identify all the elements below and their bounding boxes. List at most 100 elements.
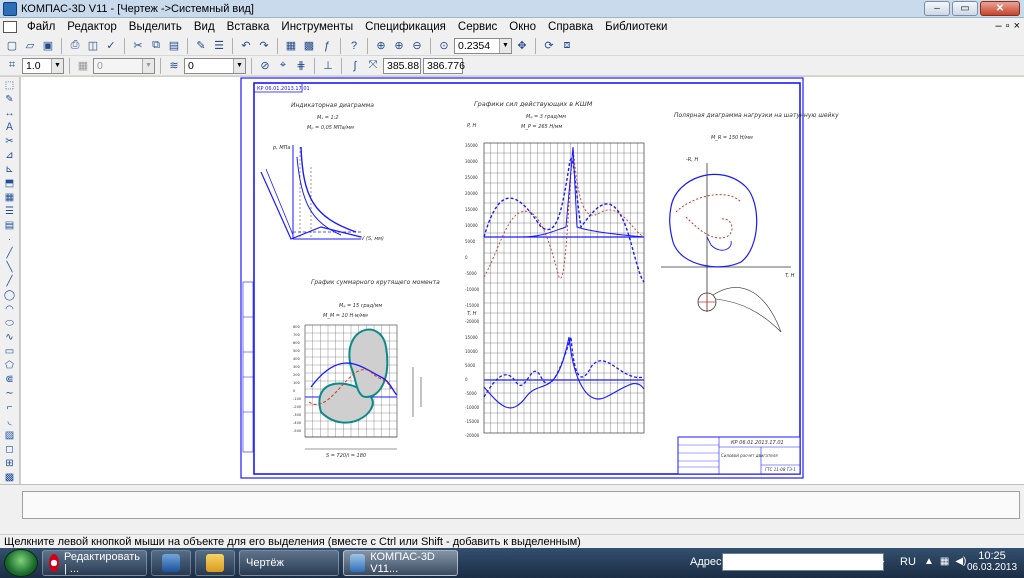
chevron-down-icon[interactable]: ▼ xyxy=(142,58,154,73)
select-icon[interactable]: ⬚ xyxy=(3,80,17,92)
taskbar-explorer[interactable] xyxy=(195,550,235,576)
layer-combo[interactable]: 0 ▼ xyxy=(184,57,246,74)
library-icon[interactable]: ▩ xyxy=(301,38,317,54)
start-button[interactable] xyxy=(4,549,38,577)
selection-icon[interactable]: ⬒ xyxy=(3,178,17,190)
save-icon[interactable]: ▣ xyxy=(40,38,56,54)
parametrization-icon[interactable]: ⊿ xyxy=(3,150,17,162)
undo-icon[interactable]: ↶ xyxy=(238,38,254,54)
ortho-icon[interactable]: ⊥ xyxy=(320,58,336,74)
open-icon[interactable]: ▱ xyxy=(22,38,38,54)
geometry-icon[interactable]: ✎ xyxy=(3,94,17,106)
address-input[interactable] xyxy=(722,553,884,571)
menu-file[interactable]: Файл xyxy=(21,18,61,36)
spec-icon[interactable]: ☰ xyxy=(3,206,17,218)
measure-icon[interactable]: ⊾ xyxy=(3,164,17,176)
zoom-icon[interactable]: ⊙ xyxy=(436,38,452,54)
dimensions-icon[interactable]: ↔ xyxy=(3,108,17,120)
menu-view[interactable]: Вид xyxy=(188,18,221,36)
refresh-icon[interactable]: ⟳ xyxy=(541,38,557,54)
polygon-icon[interactable]: ⬠ xyxy=(3,360,17,372)
drawing-canvas[interactable]: КР 06.01.2013.17.01 Индикаторная диаграм… xyxy=(21,77,1024,484)
ellipse-icon[interactable]: ⬭ xyxy=(3,318,17,330)
property-panel-body[interactable] xyxy=(22,491,1020,519)
grid-icon[interactable]: ⋕ xyxy=(293,58,309,74)
go-arrow-icon[interactable]: ▸ xyxy=(880,556,885,567)
menu-window[interactable]: Окно xyxy=(503,18,542,36)
spline-icon[interactable]: ∿ xyxy=(3,332,17,344)
reports-icon[interactable]: ▤ xyxy=(3,220,17,232)
language-indicator[interactable]: RU xyxy=(900,556,916,568)
redo-icon[interactable]: ↷ xyxy=(256,38,272,54)
properties-icon[interactable]: ☰ xyxy=(211,38,227,54)
snap-icon[interactable]: ⊘ xyxy=(257,58,273,74)
fillet-icon[interactable]: ◟ xyxy=(3,416,17,428)
rectangle-icon[interactable]: ▭ xyxy=(3,346,17,358)
scale-icon[interactable]: ⌗ xyxy=(4,58,20,74)
spell-icon[interactable]: ✓ xyxy=(103,38,119,54)
coord-y-field[interactable]: 386.776 xyxy=(423,57,465,74)
zoom-out-icon[interactable]: ⊖ xyxy=(409,38,425,54)
function-icon[interactable]: ƒ xyxy=(319,38,335,54)
line-icon[interactable]: ╲ xyxy=(3,262,17,274)
taskbar-clock[interactable]: 10:25 06.03.2013 xyxy=(962,550,1022,574)
preview-icon[interactable]: ◫ xyxy=(85,38,101,54)
point-icon[interactable]: · xyxy=(3,234,17,246)
zoom-combo[interactable]: 0.2354 ▼ xyxy=(454,37,512,54)
chamfer-icon[interactable]: ⌐ xyxy=(3,402,17,414)
designations-icon[interactable]: Ａ xyxy=(3,122,17,134)
maximize-button[interactable]: ▭ xyxy=(952,1,978,16)
curve-icon[interactable]: ∼ xyxy=(3,388,17,400)
minimize-button[interactable]: – xyxy=(924,1,950,16)
copy-icon[interactable]: ⧉ xyxy=(148,38,164,54)
format-brush-icon[interactable]: ✎ xyxy=(193,38,209,54)
menu-help[interactable]: Справка xyxy=(542,18,599,36)
equidistant-icon[interactable]: ⋐ xyxy=(3,374,17,386)
style-combo[interactable]: 0 ▼ xyxy=(93,57,155,74)
menu-service[interactable]: Сервис xyxy=(452,18,503,36)
zoom-window-icon[interactable]: ⊕ xyxy=(373,38,389,54)
hatch-icon[interactable]: ▨ xyxy=(3,430,17,442)
cursor-icon[interactable]: ⤧ xyxy=(365,58,381,74)
close-button[interactable]: ✕ xyxy=(980,1,1020,16)
menu-tools[interactable]: Инструменты xyxy=(275,18,359,36)
paste-icon[interactable]: ▤ xyxy=(166,38,182,54)
help-icon[interactable]: ? xyxy=(346,38,362,54)
menu-libraries[interactable]: Библиотеки xyxy=(599,18,673,36)
taskbar-opera[interactable]: Редактировать | ... xyxy=(42,550,147,576)
document-icon[interactable] xyxy=(3,21,17,33)
segment-icon[interactable]: ╱ xyxy=(3,248,17,260)
menu-editor[interactable]: Редактор xyxy=(61,18,123,36)
circle-icon[interactable]: ◯ xyxy=(3,290,17,302)
tray-arrow-icon[interactable]: ▲ xyxy=(924,556,934,567)
doc-minimize-button[interactable]: – xyxy=(996,20,1002,32)
line-2-icon[interactable]: ╱ xyxy=(3,276,17,288)
menu-insert[interactable]: Вставка xyxy=(221,18,276,36)
menu-select[interactable]: Выделить xyxy=(123,18,188,36)
doc-restore-button[interactable]: ▫ xyxy=(1006,20,1010,32)
fill-icon[interactable]: ▩ xyxy=(3,472,17,484)
scale-combo[interactable]: 1.0 ▼ xyxy=(22,57,64,74)
taskbar-kompas[interactable]: КОМПАС-3D V11... xyxy=(343,550,458,576)
chevron-down-icon[interactable]: ▼ xyxy=(499,38,511,53)
print-icon[interactable]: ⎙ xyxy=(67,38,83,54)
menu-specification[interactable]: Спецификация xyxy=(359,18,452,36)
round-icon[interactable]: ∫ xyxy=(347,58,363,74)
association-icon[interactable]: ▦ xyxy=(3,192,17,204)
coord-x-field[interactable]: 385.88 xyxy=(383,57,421,74)
taskbar-media[interactable] xyxy=(151,550,191,576)
chevron-down-icon[interactable]: ▼ xyxy=(233,58,245,73)
edit-icon[interactable]: ✂ xyxy=(3,136,17,148)
doc-close-button[interactable]: × xyxy=(1014,20,1020,32)
zoom-in-icon[interactable]: ⊕ xyxy=(391,38,407,54)
contour-icon[interactable]: ◻ xyxy=(3,444,17,456)
macro-icon[interactable]: ⊞ xyxy=(3,458,17,470)
network-icon[interactable]: ▦ xyxy=(940,556,949,567)
taskbar-drawing[interactable]: Чертёж xyxy=(239,550,339,576)
manager-icon[interactable]: ▦ xyxy=(283,38,299,54)
chevron-down-icon[interactable]: ▼ xyxy=(51,58,63,73)
local-cs-icon[interactable]: ⌖ xyxy=(275,58,291,74)
arc-icon[interactable]: ◠ xyxy=(3,304,17,316)
layer-icon[interactable]: ≋ xyxy=(166,58,182,74)
regen-icon[interactable]: ⧈ xyxy=(559,38,575,54)
